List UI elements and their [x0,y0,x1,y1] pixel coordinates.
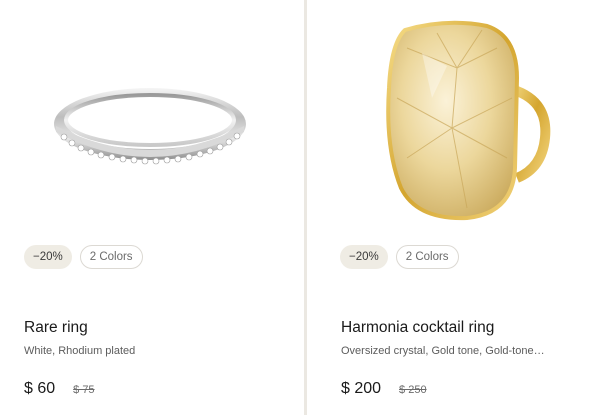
discount-badge: −20% [24,245,72,269]
product-title[interactable]: Rare ring [24,319,88,337]
discount-badge: −20% [340,245,388,269]
product-title[interactable]: Harmonia cocktail ring [341,319,494,337]
product-card-rare-ring[interactable]: −20% 2 Colors Rare ring White, Rhodium p… [0,0,304,415]
colors-badge[interactable]: 2 Colors [79,245,143,269]
colors-badge[interactable]: 2 Colors [395,245,459,269]
silver-ring-icon [54,88,246,165]
original-price: $ 250 [399,384,427,396]
product-image[interactable] [0,0,304,235]
original-price: $ 75 [73,384,95,396]
price-row: $ 60 $ 75 [24,380,95,398]
current-price: $ 200 [341,380,382,397]
product-badges: −20% 2 Colors [24,245,143,269]
current-price: $ 60 [24,380,56,397]
product-badges: −20% 2 Colors [340,245,459,269]
product-card-harmonia-ring[interactable]: −20% 2 Colors Harmonia cocktail ring Ove… [307,0,612,415]
product-image[interactable] [307,0,612,235]
product-description: White, Rhodium plated [24,345,136,357]
price-row: $ 200 $ 250 [341,380,427,398]
product-description: Oversized crystal, Gold tone, Gold-tone… [341,345,545,357]
gold-crystal-ring-icon [386,20,551,221]
